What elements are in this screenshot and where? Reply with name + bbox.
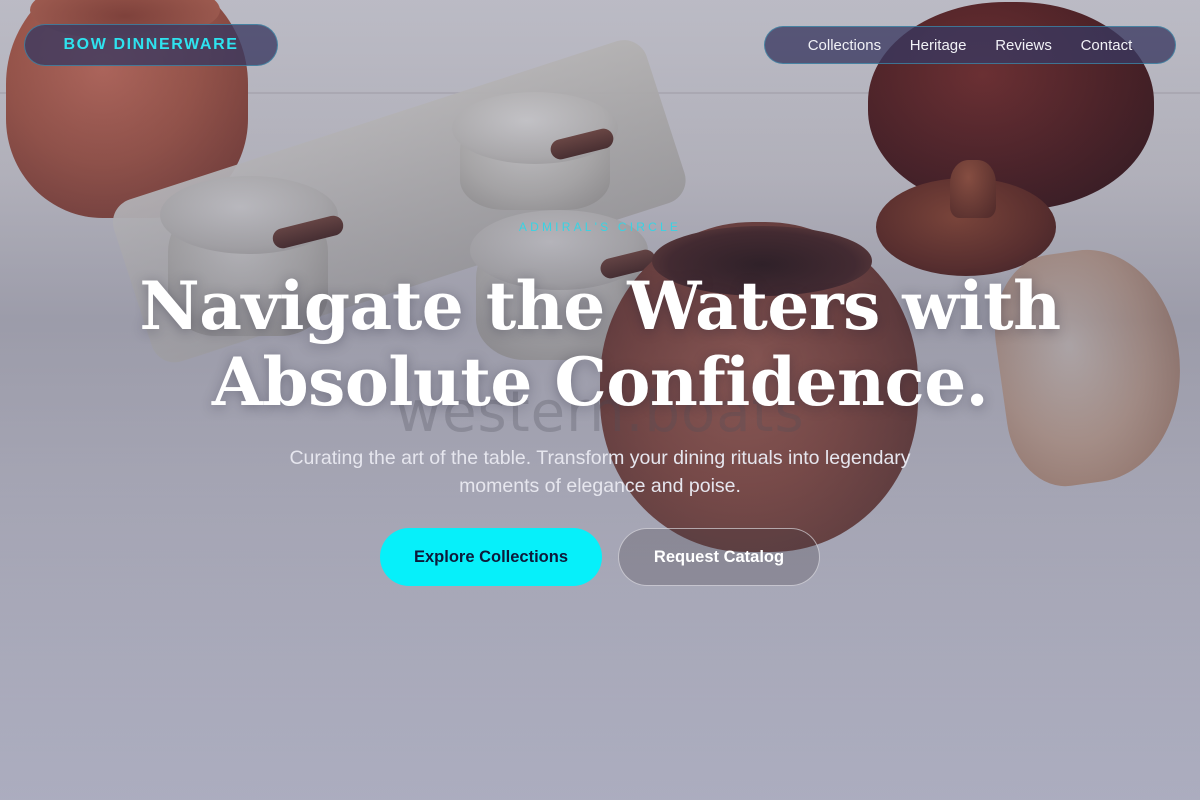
hero-headline-line-1: Navigate the Waters with: [139, 267, 1061, 345]
nav-item-collections[interactable]: Collections: [808, 37, 881, 54]
hero-headline-line-2: Absolute Confidence.: [211, 343, 989, 421]
explore-collections-button[interactable]: Explore Collections: [380, 528, 602, 586]
main-nav: Collections Heritage Reviews Contact: [764, 26, 1176, 64]
hero-subtitle: Curating the art of the table. Transform…: [289, 447, 911, 497]
brand-logo-link[interactable]: BOW DINNERWARE: [24, 24, 278, 66]
hero-section: ADMIRAL'S CIRCLE Navigate the Waters wit…: [0, 220, 1200, 500]
nav-item-heritage[interactable]: Heritage: [910, 37, 967, 54]
hero-actions: Explore Collections Request Catalog: [0, 528, 1200, 586]
nav-item-reviews[interactable]: Reviews: [995, 37, 1052, 54]
brand-name: BOW DINNERWARE: [63, 36, 239, 53]
hero-headline: Navigate the Waters with Absolute Confid…: [0, 268, 1200, 420]
request-catalog-button[interactable]: Request Catalog: [618, 528, 820, 586]
hero-eyebrow: ADMIRAL'S CIRCLE: [518, 220, 682, 234]
nav-item-contact[interactable]: Contact: [1081, 37, 1133, 54]
